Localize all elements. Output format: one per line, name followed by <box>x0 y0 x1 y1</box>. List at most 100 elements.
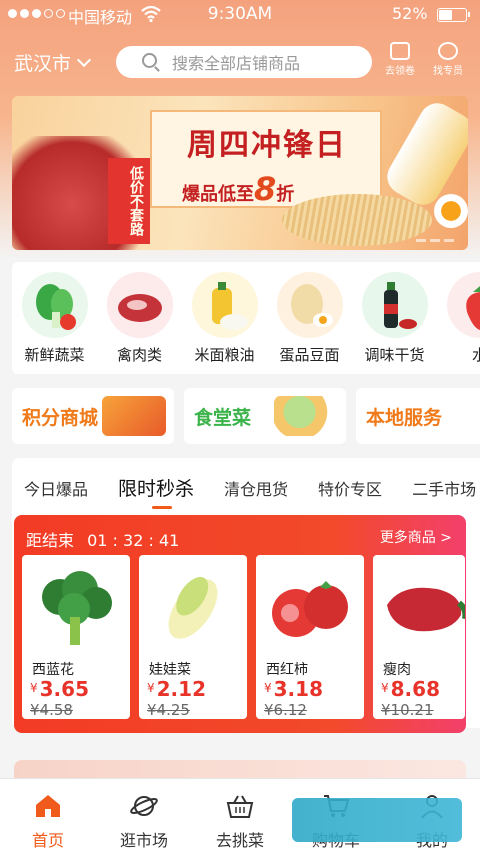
promo-label: 积分商城 <box>22 407 99 429</box>
more-products-link[interactable]: 更多商品 > <box>380 527 452 547</box>
category-item[interactable]: 调味干货 <box>352 262 437 374</box>
seasoning-icon <box>361 272 428 338</box>
tab-second-hand[interactable]: 二手市场 <box>412 476 476 501</box>
category-label: 水 <box>471 346 480 364</box>
category-label: 调味干货 <box>364 346 425 364</box>
meat-icon <box>106 272 173 338</box>
carousel-indicator <box>416 239 454 242</box>
fruit-icon <box>446 272 480 338</box>
planet-icon <box>130 796 158 816</box>
battery-icon <box>437 8 470 22</box>
product-card[interactable]: 西红柿 ¥3.18 ¥6.12 <box>256 555 364 719</box>
coupon-icon <box>390 42 410 60</box>
category-row: 新鲜蔬菜 禽肉类 米面粮油 蛋品豆面 调味干货 水 <box>12 262 480 374</box>
chat-icon <box>438 42 458 60</box>
noodle-image <box>282 194 432 246</box>
nav-home[interactable]: 首页 <box>0 779 96 853</box>
price-value: 3.65 <box>39 677 89 701</box>
product-name: 娃娃菜 <box>149 662 191 678</box>
category-item[interactable]: 水 <box>437 262 480 374</box>
category-label: 米面粮油 <box>194 346 255 364</box>
banner-title: 周四冲锋日 <box>187 128 347 163</box>
original-price: ¥4.58 <box>30 701 73 719</box>
nav-label: 去挑菜 <box>215 831 264 850</box>
egg-image <box>434 194 468 228</box>
product-price: ¥2.12 <box>147 677 206 701</box>
promo-label: 本地服务 <box>366 407 443 429</box>
category-item[interactable]: 新鲜蔬菜 <box>12 262 97 374</box>
product-card[interactable]: 西蓝花 ¥3.65 ¥4.58 <box>22 555 130 719</box>
status-bar: 中国移动 9:30AM 52% <box>0 0 480 30</box>
tab-flash-sale[interactable]: 限时秒杀 <box>118 474 194 509</box>
oil-rice-icon <box>191 272 258 338</box>
vegetable-icon <box>21 272 88 338</box>
local-service-card[interactable]: 本地服务 <box>356 388 480 444</box>
nav-pick-vegetables[interactable]: 去挑菜 <box>192 779 288 853</box>
price-value: 8.68 <box>390 677 440 701</box>
tomato-image <box>272 581 348 637</box>
search-placeholder: 搜索全部店铺商品 <box>172 54 301 73</box>
points-mall-card[interactable]: 积分商城 <box>12 388 174 444</box>
nav-label: 逛市场 <box>119 831 168 850</box>
product-card[interactable]: 娃娃菜 ¥2.12 ¥4.25 <box>139 555 247 719</box>
product-price: ¥8.68 <box>381 677 440 701</box>
category-item[interactable]: 蛋品豆面 <box>267 262 352 374</box>
countdown: 距结束 01 : 32 : 41 <box>26 527 179 551</box>
staff-button[interactable]: 找专员 <box>426 42 470 77</box>
search-input[interactable]: 搜索全部店铺商品 <box>116 46 372 78</box>
search-icon <box>142 53 157 68</box>
tab-special-offer[interactable]: 特价专区 <box>318 476 382 501</box>
price-value: 3.18 <box>273 677 323 701</box>
home-icon <box>36 795 60 817</box>
countdown-timer: 01 : 32 : 41 <box>87 531 180 550</box>
promo-banner[interactable]: 周四冲锋日 爆品低至8折 低价不套路 <box>12 96 468 250</box>
price-value: 2.12 <box>156 677 206 701</box>
napa-cabbage-image <box>168 576 218 639</box>
city-label: 武汉市 <box>14 53 72 75</box>
original-price: ¥6.12 <box>264 701 307 719</box>
battery-percent: 52% <box>392 4 428 23</box>
coupon-button[interactable]: 去领卷 <box>378 42 422 77</box>
promo-cards: 积分商城 食堂菜 本地服务 <box>12 388 480 444</box>
product-tabs: 今日爆品 限时秒杀 清仓甩货 特价专区 二手市场 <box>24 474 480 509</box>
product-price: ¥3.18 <box>264 677 323 701</box>
egg-noodle-icon <box>276 272 343 338</box>
nav-label: 首页 <box>31 831 64 850</box>
product-card[interactable]: 瘦肉 ¥8.68 ¥10.21 <box>373 555 465 719</box>
banner-subtitle-suffix: 折 <box>276 184 295 205</box>
staff-label: 找专员 <box>433 66 463 77</box>
currency-symbol: ¥ <box>264 681 272 695</box>
product-name: 西红柿 <box>266 662 308 678</box>
original-price: ¥10.21 <box>381 701 434 719</box>
canteen-card[interactable]: 食堂菜 <box>184 388 346 444</box>
currency-symbol: ¥ <box>30 681 38 695</box>
category-item[interactable]: 禽肉类 <box>97 262 182 374</box>
chevron-down-icon <box>76 52 92 67</box>
dumpling-icon <box>274 396 338 436</box>
broccoli-image <box>42 571 112 645</box>
lean-meat-image <box>387 587 465 632</box>
tab-clearance[interactable]: 清仓甩货 <box>224 476 288 501</box>
currency-symbol: ¥ <box>147 681 155 695</box>
product-price: ¥3.65 <box>30 677 89 701</box>
watermark-logo <box>292 798 462 842</box>
original-price: ¥4.25 <box>147 701 190 719</box>
flash-sale-items: 西蓝花 ¥3.65 ¥4.58 娃娃菜 ¥2.12 ¥4.25 西红柿 ¥3.1… <box>22 555 465 719</box>
product-name: 西蓝花 <box>32 662 74 678</box>
category-label: 禽肉类 <box>116 346 162 364</box>
nav-market[interactable]: 逛市场 <box>96 779 192 853</box>
banner-discount-number: 8 <box>254 170 277 208</box>
basket-icon <box>226 795 254 818</box>
city-selector[interactable]: 武汉市 <box>14 49 92 76</box>
category-label: 新鲜蔬菜 <box>24 346 85 364</box>
coupon-label: 去领卷 <box>385 66 415 77</box>
gift-box-icon <box>102 396 166 436</box>
currency-symbol: ¥ <box>381 681 389 695</box>
tab-today-hot[interactable]: 今日爆品 <box>24 476 88 501</box>
category-item[interactable]: 米面粮油 <box>182 262 267 374</box>
product-name: 瘦肉 <box>383 662 411 678</box>
promo-label: 食堂菜 <box>194 407 252 429</box>
banner-ribbon: 低价不套路 <box>108 158 150 244</box>
category-label: 蛋品豆面 <box>279 346 340 364</box>
flash-sale-panel: 距结束 01 : 32 : 41 更多商品 > 西蓝花 ¥3.65 ¥4.58 … <box>14 515 466 733</box>
